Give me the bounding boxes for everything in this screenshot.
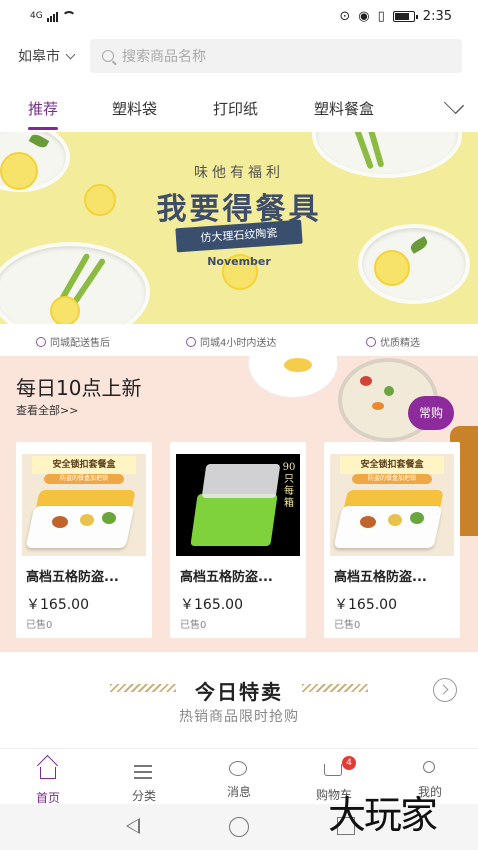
chevron-down-icon [65, 49, 76, 59]
cart-badge: 4 [342, 756, 356, 770]
battery-icon [392, 10, 418, 22]
product-image-label: 安全锁扣套餐盒 [32, 456, 136, 474]
product-card[interactable]: 90只每箱 高档五格防盗... ￥165.00 已售0 [170, 442, 306, 638]
product-image-sub: 防盗的餐盒加把锁 [44, 474, 124, 484]
badge-icon [366, 336, 376, 347]
product-sold: 已售0 [180, 620, 207, 631]
product-image-label: 90只每箱 [282, 462, 296, 509]
product-name: 高档五格防盗... [334, 570, 427, 585]
search-input[interactable]: 搜索商品名称 [90, 39, 462, 73]
product-price: ￥165.00 [26, 597, 89, 613]
vibrate-icon: ▯ [377, 8, 385, 24]
check-icon [36, 336, 46, 347]
network-label: 4G [30, 11, 43, 21]
arrow-right-icon[interactable] [433, 678, 457, 702]
category-tabs: 推荐 塑料袋 打印纸 塑料餐盒 [0, 90, 478, 130]
signal-icon [46, 10, 58, 22]
tab-printer-paper[interactable]: 打印纸 [213, 98, 258, 119]
today-subtitle: 热销商品限时抢购 [179, 709, 299, 725]
tab-plastic-bags[interactable]: 塑料袋 [112, 98, 157, 119]
message-icon [229, 761, 249, 779]
banner-title: 我要得餐具 [156, 192, 322, 227]
clock-icon [186, 336, 196, 347]
feature-item: 同城配送售后 [36, 334, 110, 349]
watermark-logo: 大玩家 [328, 793, 438, 837]
tray-image [333, 506, 443, 548]
banner-month: November [207, 255, 271, 268]
user-icon [420, 761, 440, 779]
egg-image [284, 358, 312, 372]
product-image: 安全锁扣套餐盒 防盗的餐盒加把锁 [22, 454, 146, 556]
nav-label: 分类 [131, 789, 156, 803]
food-image [360, 376, 372, 386]
search-row: 如皋市 搜索商品名称 [0, 38, 478, 74]
lid-image [201, 464, 281, 498]
status-bar: 4G ⊙ ◉ ▯ 2:35 [0, 0, 478, 32]
tray-image [190, 494, 278, 546]
feature-label: 同城配送售后 [50, 338, 110, 349]
product-name: 高档五格防盗... [26, 570, 119, 585]
food-image [410, 512, 424, 524]
promo-banner[interactable]: 味他有福利 我要得餐具 仿大理石纹陶瓷 November [0, 132, 478, 324]
wifi-icon [61, 11, 76, 21]
food-image [52, 516, 68, 528]
nav-category[interactable]: 分类 [114, 761, 174, 804]
search-icon [102, 50, 114, 62]
product-image-sub: 防盗的餐盒加把锁 [352, 474, 432, 484]
food-image [102, 512, 116, 524]
eye-icon: ◉ [358, 8, 370, 24]
home-button-icon[interactable] [229, 817, 249, 837]
product-name: 高档五格防盗... [180, 570, 273, 585]
nav-home[interactable]: 首页 [18, 761, 78, 806]
feature-item: 同城4小时内送达 [186, 334, 276, 349]
today-special-section: 今日特卖 热销商品限时抢购 [0, 664, 478, 744]
decor-stripe [302, 684, 368, 692]
back-icon[interactable] [126, 818, 140, 834]
service-features: 同城配送售后 同城4小时内送达 优质精选 [0, 328, 478, 354]
category-icon [134, 765, 154, 783]
cart-icon [324, 764, 344, 782]
product-sold: 已售0 [334, 620, 361, 631]
product-card[interactable]: 安全锁扣套餐盒 防盗的餐盒加把锁 高档五格防盗... ￥165.00 已售0 [324, 442, 460, 638]
nav-label: 消息 [226, 785, 251, 799]
view-all-link[interactable]: 查看全部>> [16, 402, 78, 418]
tab-plastic-boxes[interactable]: 塑料餐盒 [314, 98, 374, 119]
tray-image [25, 506, 135, 548]
product-image: 90只每箱 [176, 454, 300, 556]
food-image [372, 402, 384, 410]
daily-title: 每日10点上新 [16, 376, 142, 400]
feature-label: 同城4小时内送达 [200, 338, 277, 349]
city-selector[interactable]: 如皋市 [18, 46, 90, 66]
nav-label: 首页 [35, 791, 60, 805]
food-image [80, 514, 94, 526]
food-image [360, 516, 376, 528]
product-sold: 已售0 [26, 620, 53, 631]
product-card[interactable]: 安全锁扣套餐盒 防盗的餐盒加把锁 高档五格防盗... ￥165.00 已售0 [16, 442, 152, 638]
food-image [384, 386, 394, 396]
city-label: 如皋市 [18, 49, 60, 65]
lemon-image [50, 296, 80, 324]
tab-recommend[interactable]: 推荐 [28, 98, 59, 130]
food-image [388, 514, 402, 526]
frequent-buy-button[interactable]: 常购 [408, 396, 454, 430]
product-image-label: 安全锁扣套餐盒 [340, 456, 444, 474]
nav-messages[interactable]: 消息 [209, 761, 269, 800]
search-placeholder: 搜索商品名称 [122, 49, 206, 65]
alarm-icon: ⊙ [339, 8, 351, 24]
expand-tabs-icon[interactable] [443, 93, 465, 115]
home-icon [38, 767, 58, 785]
today-title: 今日特卖 [195, 680, 283, 704]
clock-time: 2:35 [422, 8, 452, 24]
feature-item: 优质精选 [366, 334, 420, 349]
product-price: ￥165.00 [334, 597, 397, 613]
banner-subtitle: 味他有福利 [194, 165, 284, 181]
product-price: ￥165.00 [180, 597, 243, 613]
feature-label: 优质精选 [380, 338, 420, 349]
product-image: 安全锁扣套餐盒 防盗的餐盒加把锁 [330, 454, 454, 556]
